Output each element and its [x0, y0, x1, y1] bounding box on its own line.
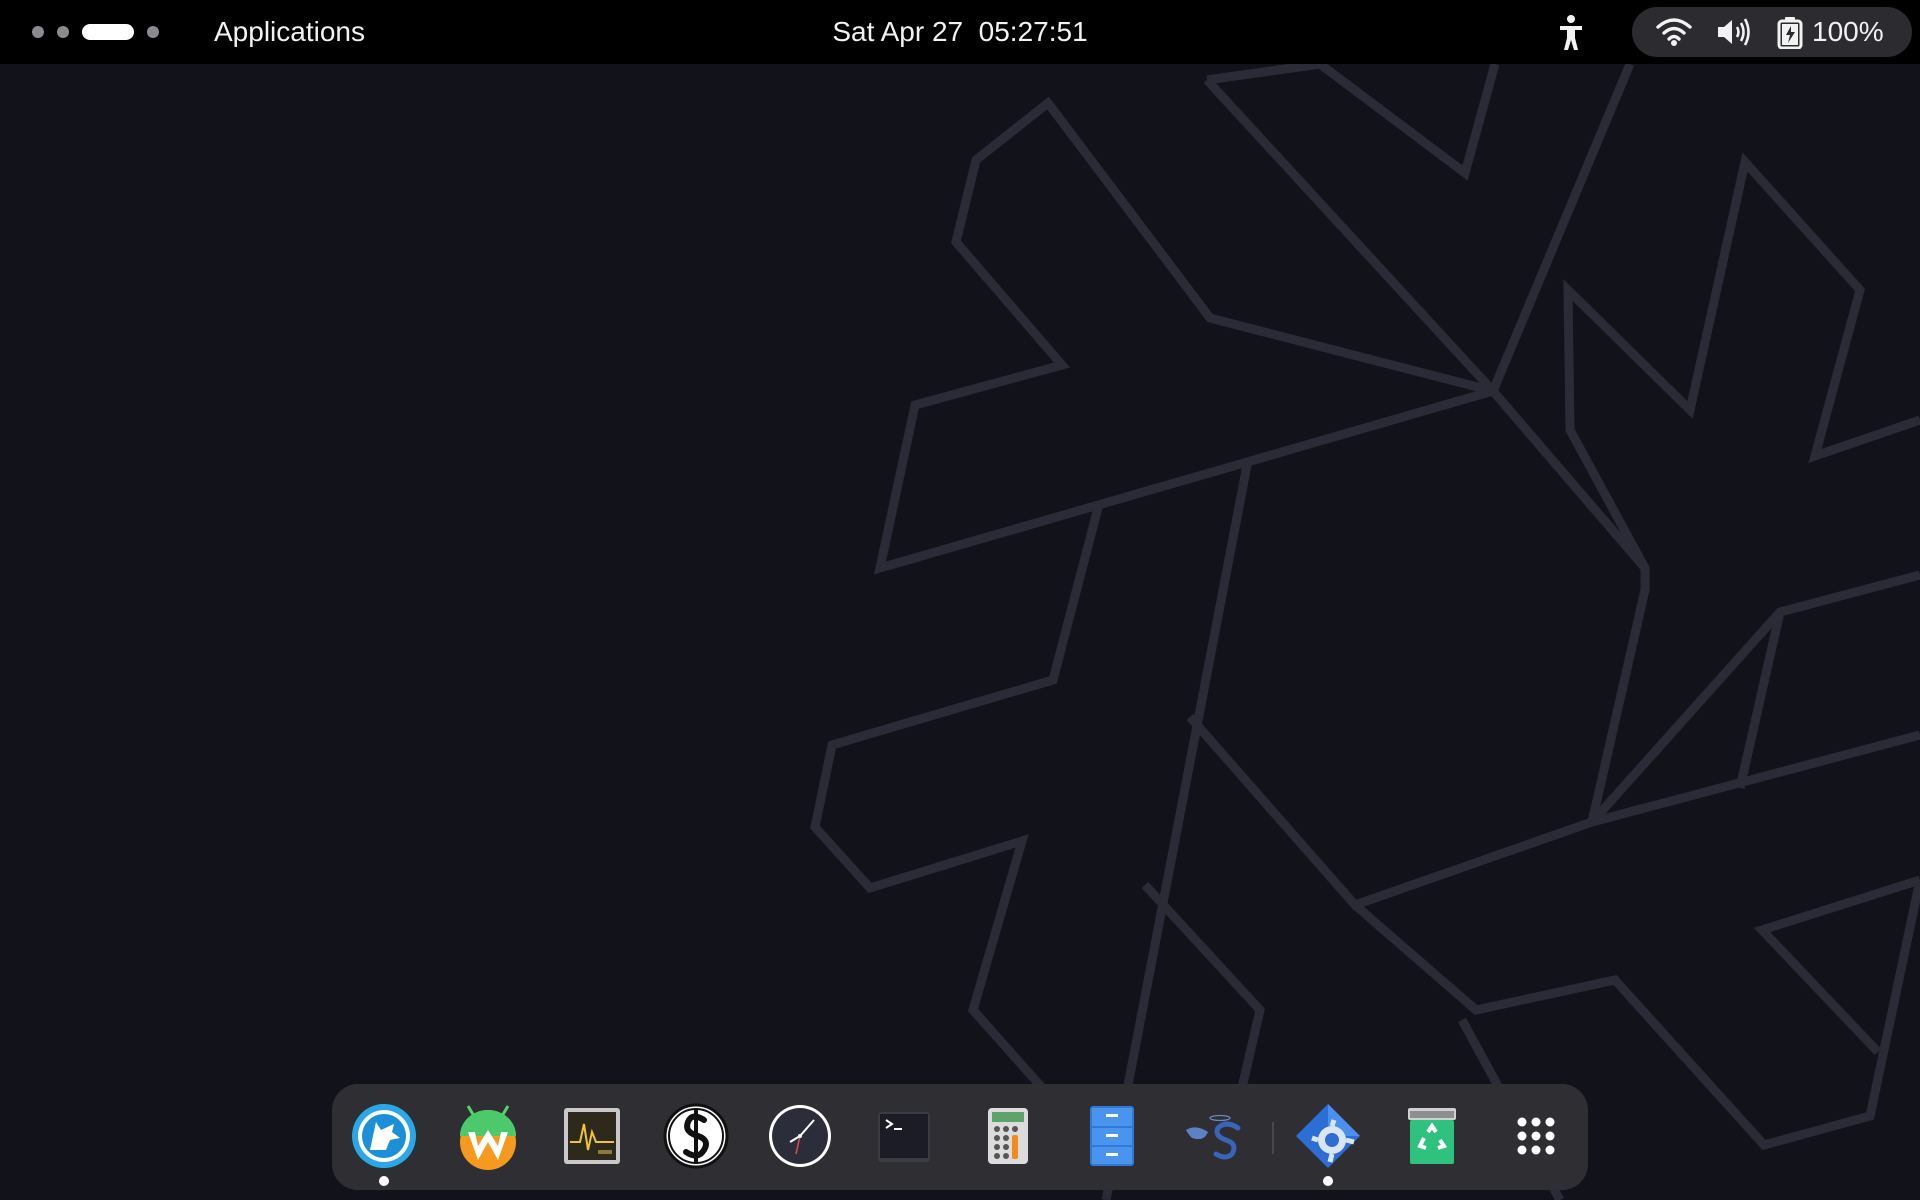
- system-status-menu[interactable]: 100%: [1632, 7, 1912, 57]
- file-cabinet-icon[interactable]: [1078, 1102, 1146, 1170]
- battery-percentage: 100%: [1812, 16, 1884, 47]
- top-bar: Applications Sat Apr 27 05:27:51 100%: [0, 0, 1920, 64]
- system-monitor-icon[interactable]: [558, 1102, 626, 1170]
- android-w-icon[interactable]: [454, 1102, 522, 1170]
- accessibility-icon[interactable]: [1552, 12, 1590, 52]
- settings-gear-icon[interactable]: [1294, 1102, 1362, 1186]
- running-indicator: [379, 1176, 389, 1186]
- clock-icon[interactable]: [766, 1102, 834, 1170]
- clock-time[interactable]: 05:27:51: [979, 16, 1088, 47]
- workspace-dot[interactable]: [147, 26, 159, 38]
- running-indicator: [1323, 1176, 1333, 1186]
- volume-icon: [1716, 18, 1752, 51]
- bird-s-icon[interactable]: [1182, 1102, 1250, 1170]
- wolf-browser-icon[interactable]: [350, 1102, 418, 1186]
- workspace-indicator[interactable]: [32, 24, 159, 40]
- wallpaper: [0, 0, 1920, 1200]
- wifi-icon: [1656, 18, 1692, 51]
- font-s-icon[interactable]: [662, 1102, 730, 1170]
- clock-date[interactable]: Sat Apr 27: [832, 16, 963, 47]
- terminal-icon[interactable]: [870, 1102, 938, 1170]
- app-grid-icon[interactable]: [1502, 1102, 1570, 1170]
- workspace-dot[interactable]: [32, 26, 44, 38]
- dock-separator: [1272, 1122, 1274, 1154]
- trash-icon[interactable]: [1398, 1102, 1466, 1170]
- applications-button[interactable]: Applications: [214, 16, 365, 48]
- battery-charging-icon: [1776, 17, 1804, 54]
- workspace-dot-active[interactable]: [82, 24, 134, 40]
- workspace-dot[interactable]: [57, 26, 69, 38]
- dock: [332, 1084, 1588, 1190]
- calculator-icon[interactable]: [974, 1102, 1042, 1170]
